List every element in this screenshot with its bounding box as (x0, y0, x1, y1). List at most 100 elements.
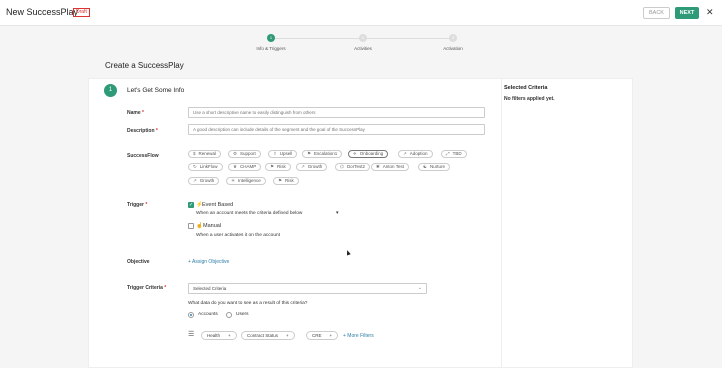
filter-chip-label: Contract Status (247, 333, 279, 338)
successflow-chip[interactable]: ↻ LinkFlow (188, 163, 223, 171)
name-label-text: Name (127, 110, 141, 116)
chip-label: Onboarding (359, 151, 384, 156)
app-title: New SuccessPlay (6, 7, 79, 17)
chip-icon: ♛ (233, 164, 238, 169)
successflow-chip[interactable]: ⚙ Support (228, 150, 261, 158)
successflow-chip[interactable]: ⌬ DorTest2 (335, 163, 370, 171)
chip-label: Risk (277, 164, 286, 169)
page-title: Create a SuccessPlay (105, 61, 184, 70)
chip-icon: ⚑ (307, 151, 312, 156)
form-card (88, 78, 633, 368)
chip-label: DorTest2 (346, 164, 365, 169)
successflow-chip[interactable]: $ Renewal (188, 150, 222, 158)
successflow-chip[interactable]: ✱ Anton Test (371, 163, 409, 171)
accounts-radio[interactable] (188, 312, 194, 318)
chip-label: TBD (452, 151, 462, 156)
successflow-chip[interactable]: ⤢ TBD (441, 150, 467, 158)
step-2-label: Activities (354, 46, 372, 51)
filter-chip-label: Health (207, 333, 221, 338)
chip-label: Risk (285, 178, 294, 183)
step-3-dot[interactable]: 3 (449, 34, 457, 42)
filter-chip-health[interactable]: Health + (201, 331, 237, 340)
chip-icon: ☯ (423, 164, 428, 169)
manual-label: Manual (203, 223, 222, 229)
back-button[interactable]: BACK (643, 7, 670, 19)
chip-icon: $ (193, 151, 196, 156)
required-mark: * (142, 110, 144, 116)
chip-label: Intelligence (238, 178, 261, 183)
chip-icon: ✱ (376, 164, 380, 169)
step-2-dot[interactable]: 2 (359, 34, 367, 42)
successflow-chip[interactable]: ⚑ Escalation1 (302, 150, 343, 158)
users-radio-label: Users (236, 312, 249, 317)
successflow-chip[interactable]: ⚑ Risk (265, 163, 291, 171)
successflow-chip[interactable]: ☀ Intelligence (226, 177, 266, 185)
chip-icon: ⇧ (273, 151, 277, 156)
chip-icon: ☀ (231, 178, 236, 183)
successflow-chip[interactable]: ↗ Adoption (398, 150, 433, 158)
description-input[interactable] (188, 124, 485, 135)
step-connector (367, 38, 453, 39)
name-label: Name * (127, 110, 144, 116)
plus-icon: + (228, 333, 231, 338)
filter-chip-label: CRE (312, 333, 322, 338)
chip-icon: ⚙ (233, 151, 238, 156)
chip-icon: ↻ (193, 164, 197, 169)
successflow-chip[interactable]: ☯ Nurture (418, 163, 451, 171)
trigger-criteria-select[interactable]: Selected Criteria ⌄ (188, 283, 427, 294)
chip-label: LinkFlow (199, 164, 218, 169)
manual-checkbox[interactable] (188, 223, 194, 229)
accounts-radio-label: Accounts (198, 312, 218, 317)
next-button[interactable]: NEXT (675, 7, 699, 19)
panel-divider (501, 78, 502, 368)
name-input[interactable] (188, 107, 485, 118)
trigger-criteria-label-text: Trigger Criteria (127, 285, 163, 291)
chip-icon: ⌬ (340, 164, 344, 169)
trigger-criteria-label: Trigger Criteria * (127, 285, 166, 291)
plus-icon: + (286, 333, 289, 338)
event-based-checkbox[interactable]: ✓ (188, 202, 194, 208)
chip-icon: ⚑ (278, 178, 283, 183)
draft-badge: Draft (73, 8, 90, 17)
objective-label: Objective (127, 259, 150, 265)
chevron-down-icon[interactable]: ▾ (336, 211, 338, 216)
close-icon[interactable]: ✕ (706, 6, 714, 18)
chip-icon: ↗ (193, 178, 197, 183)
users-radio[interactable] (226, 312, 232, 318)
chip-label: Renewal (198, 151, 217, 156)
chip-icon: ⚑ (270, 164, 275, 169)
successflow-chip[interactable]: ⇧ Upsell (268, 150, 298, 158)
chip-label: CHAMP (240, 164, 257, 169)
successflow-chip[interactable]: ♛ CHAMP (228, 163, 262, 171)
successflow-chip[interactable]: ✈ Onboarding (348, 150, 389, 158)
step-1-dot[interactable]: 1 (267, 34, 275, 42)
plus-icon: + (329, 333, 333, 338)
required-mark: * (145, 202, 148, 208)
successflow-chip[interactable]: ↗ Growth (188, 177, 220, 185)
event-based-description[interactable]: When an account meets the criteria defin… (196, 211, 302, 216)
more-filters-link[interactable]: + More Filters (343, 333, 374, 339)
section-number: 1 (104, 84, 117, 97)
event-based-label: Event Based (202, 202, 234, 208)
trigger-label-text: Trigger (127, 202, 144, 208)
chip-label: Anton Test (382, 164, 404, 169)
chip-label: Growth (199, 178, 215, 183)
successflow-label: SuccessFlow (127, 153, 159, 159)
step-connector (275, 38, 361, 39)
step-3-label: Activation (443, 46, 463, 51)
successflow-chip[interactable]: ⚑ Risk (273, 177, 299, 185)
description-label: Description * (127, 128, 158, 134)
chip-label: Support (240, 151, 256, 156)
filter-icon[interactable]: ☰ (188, 330, 194, 338)
filter-chip-contract-status[interactable]: Contract Status + (241, 331, 295, 340)
hand-icon: ☝ (196, 223, 203, 229)
filter-chip-cre[interactable]: CRE + (306, 331, 339, 340)
chevron-down-icon: ⌄ (417, 285, 422, 291)
required-mark: * (155, 128, 158, 134)
description-label-text: Description (127, 128, 155, 134)
section-title: Let's Get Some Info (127, 87, 185, 94)
assign-objective-link[interactable]: + Assign Objective (188, 259, 229, 265)
chip-icon: ↗ (403, 151, 407, 156)
trigger-criteria-value: Selected Criteria (193, 286, 227, 291)
successflow-chip[interactable]: ↗ Growth (296, 163, 328, 171)
